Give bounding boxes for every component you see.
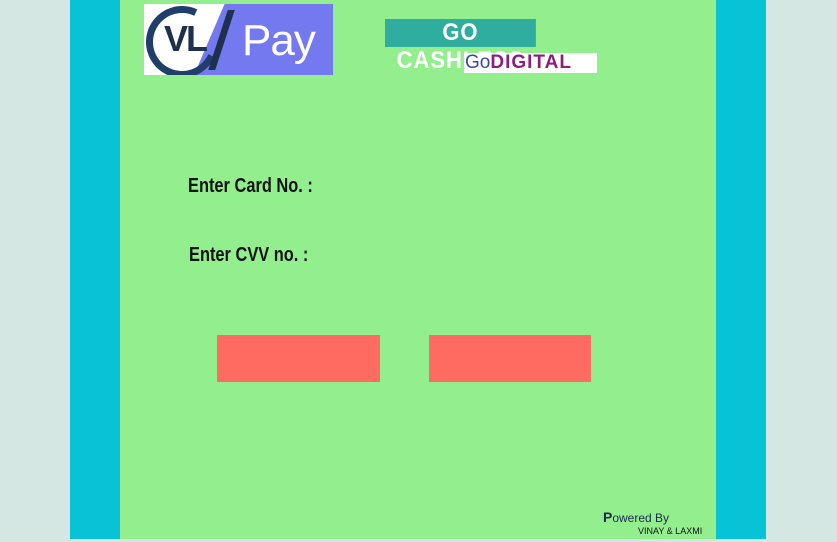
go-digital-banner: GoDIGITAL bbox=[464, 53, 597, 73]
logo-brand-vl: VL bbox=[164, 18, 208, 59]
logo-brand-pay: Pay bbox=[242, 16, 316, 65]
left-action-button[interactable] bbox=[217, 335, 380, 382]
powered-by-text: Powered By bbox=[603, 509, 669, 525]
credits-text: VINAY & LAXMI bbox=[638, 526, 703, 536]
go-digital-digital: DIGITAL bbox=[490, 53, 572, 73]
go-cashless-banner: GO CASHLESS bbox=[385, 19, 536, 74]
main-panel bbox=[120, 0, 716, 539]
card-number-label: Enter Card No. : bbox=[188, 175, 313, 197]
vlpay-logo: VL Pay bbox=[144, 4, 333, 75]
right-action-button[interactable] bbox=[429, 335, 591, 382]
powered-by-initial: P bbox=[603, 509, 613, 525]
powered-by-rest: owered By bbox=[612, 511, 670, 525]
go-digital-go: Go bbox=[465, 53, 491, 73]
cvv-label: Enter CVV no. : bbox=[189, 244, 309, 266]
